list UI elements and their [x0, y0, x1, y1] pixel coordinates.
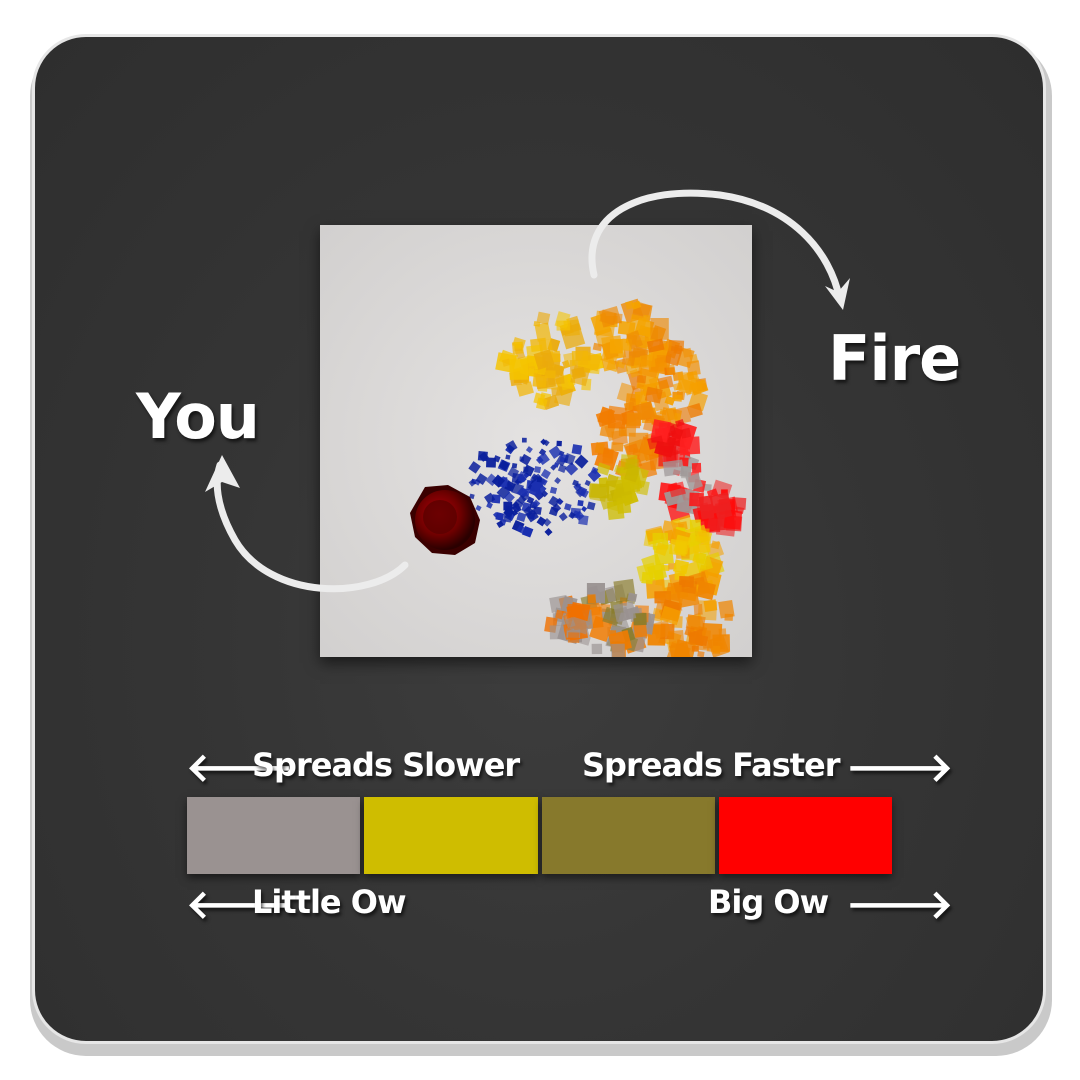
big-ow-label: Big Ow [708, 883, 829, 921]
spreads-slower-label: Spreads Slower [252, 746, 520, 784]
fire-label: Fire [828, 322, 961, 395]
you-label: You [136, 380, 260, 453]
right-arrow-icon: 🡒 [846, 745, 954, 791]
right-arrow-icon: 🡒 [846, 882, 954, 928]
game-scene [320, 225, 752, 657]
swatch-red [718, 797, 892, 874]
little-ow-label: Little Ow [252, 883, 407, 921]
spreads-faster-label: Spreads Faster [582, 746, 841, 784]
swatch-yellow [364, 797, 538, 874]
color-swatches [187, 797, 892, 874]
swatch-olive [541, 797, 715, 874]
swatch-gray [187, 797, 361, 874]
